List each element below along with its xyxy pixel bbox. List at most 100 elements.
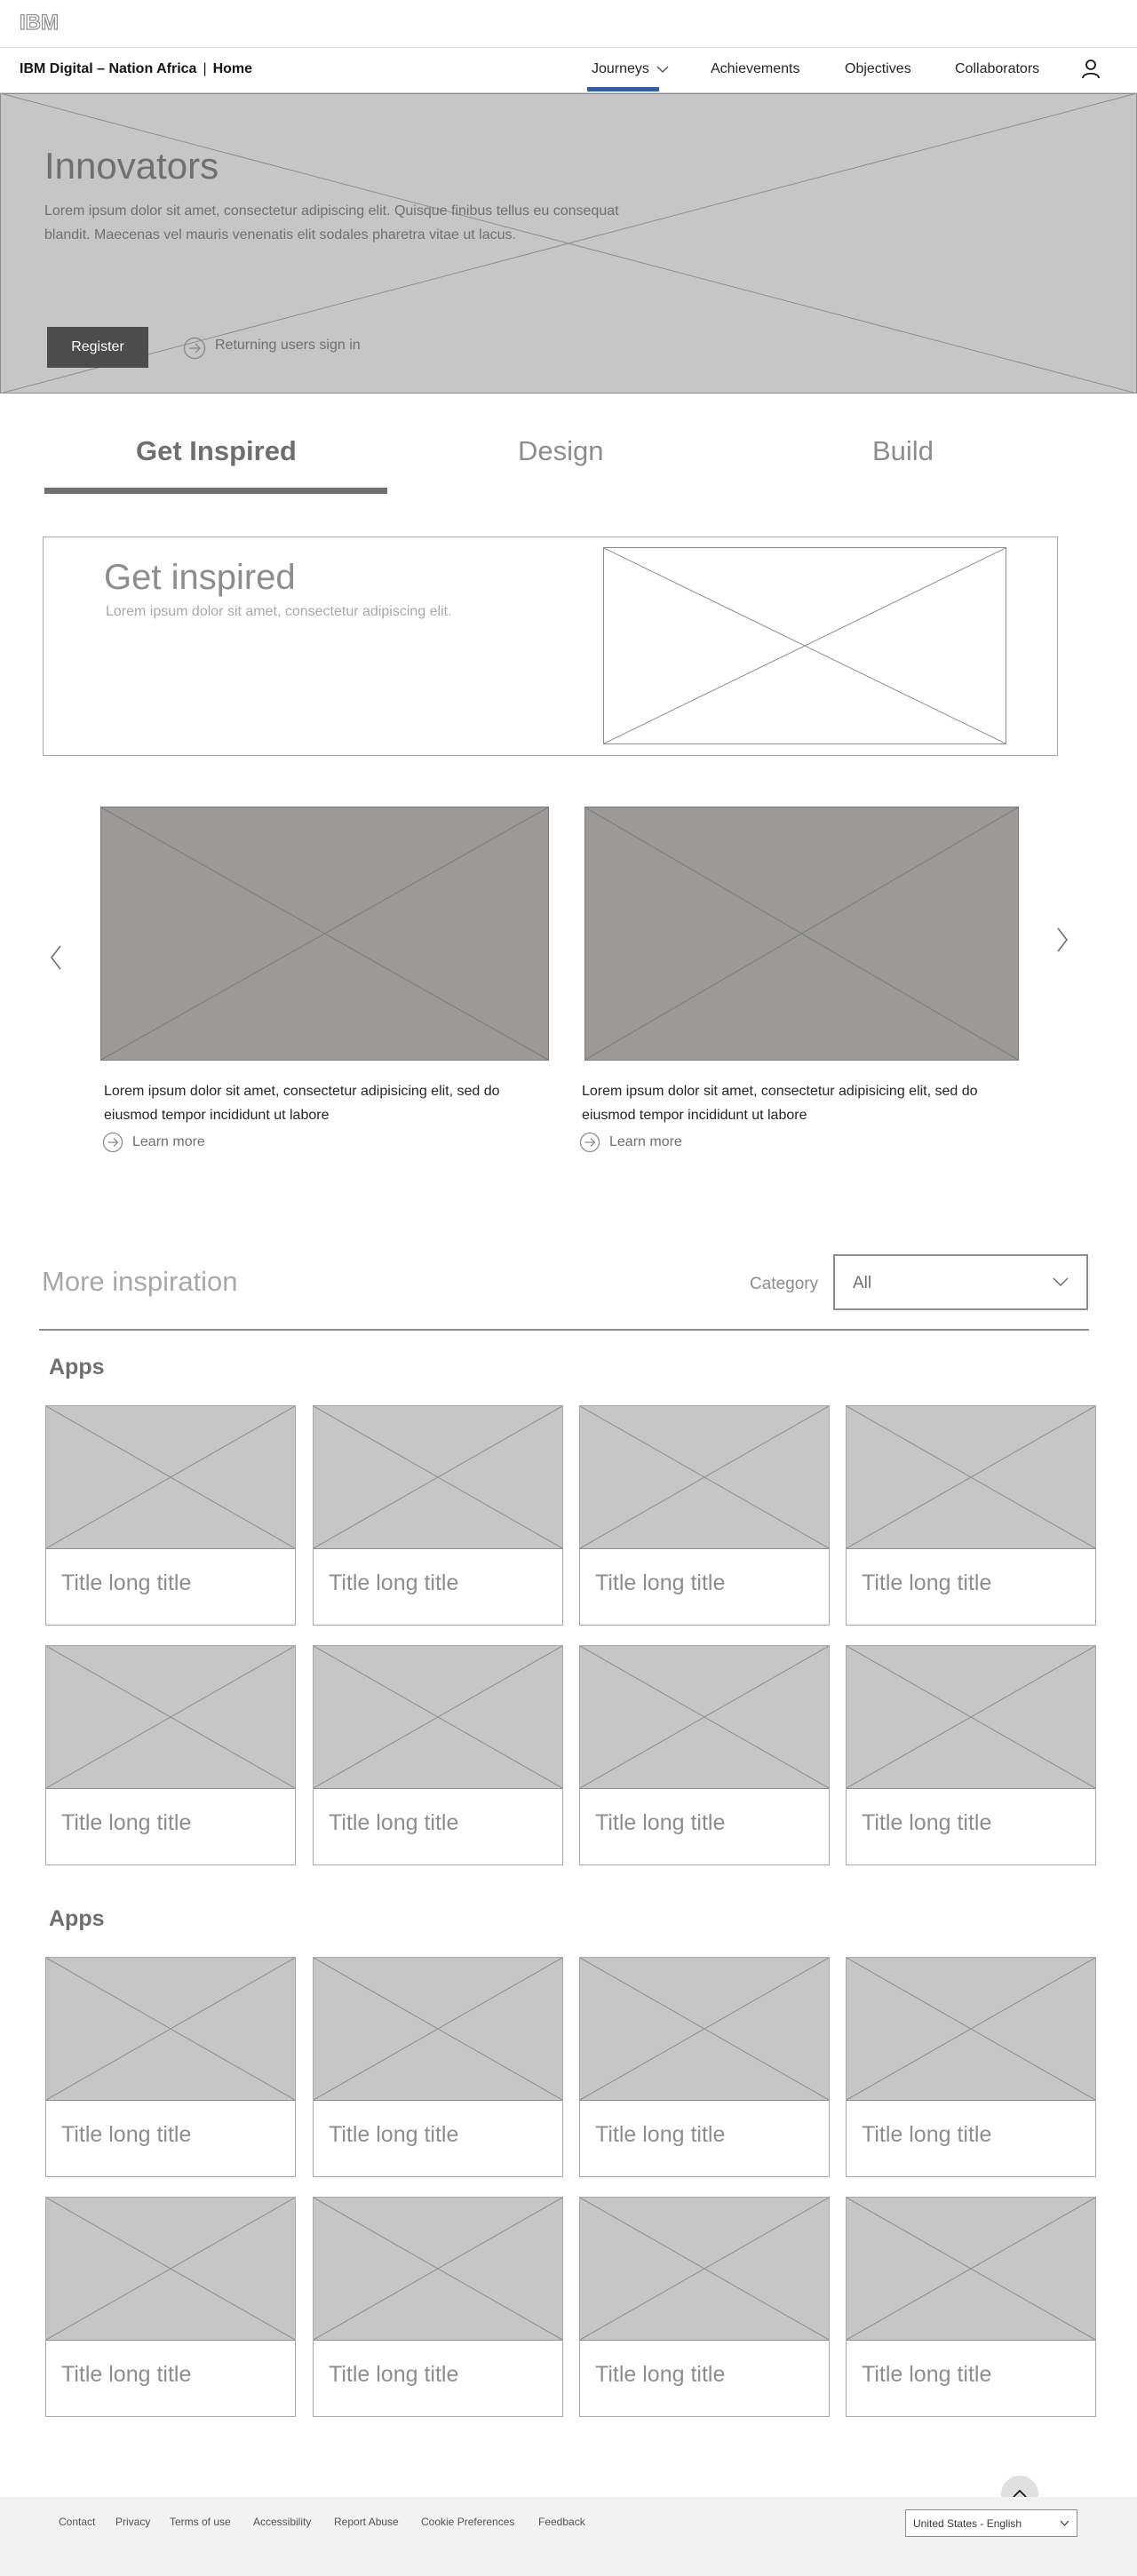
card-image-placeholder [580, 1958, 829, 2101]
nav-item-label: Journeys [592, 61, 649, 76]
content-card[interactable]: Title long title [579, 1405, 830, 1626]
learn-more-label: Learn more [609, 1134, 682, 1149]
card-image-placeholder [314, 1958, 562, 2101]
section-heading: Apps [49, 1355, 105, 1379]
content-card[interactable]: Title long title [579, 1645, 830, 1865]
content-card[interactable]: Title long title [579, 2197, 830, 2417]
ibm-logo[interactable]: IBM [20, 11, 71, 34]
chevron-left-icon[interactable] [49, 944, 63, 971]
card-title: Title long title [595, 2362, 726, 2387]
returning-users-label: Returning users sign in [215, 338, 361, 353]
card-title: Title long title [61, 2122, 192, 2147]
content-card[interactable]: Title long title [846, 2197, 1096, 2417]
learn-more-link[interactable]: Learn more [102, 1132, 205, 1153]
content-card[interactable]: Title long title [313, 2197, 563, 2417]
content-card[interactable]: Title long title [313, 1405, 563, 1626]
card-image-placeholder [314, 2198, 562, 2341]
returning-users-sign-in-link[interactable]: Returning users sign in [183, 337, 361, 360]
get-inspired-image-placeholder [603, 547, 1006, 744]
tab-build[interactable]: Build [872, 435, 934, 467]
chevron-down-icon [1060, 2520, 1069, 2526]
chevron-down-icon [656, 66, 669, 73]
content-card[interactable]: Title long title [846, 1957, 1096, 2177]
tab-get-inspired[interactable]: Get Inspired [136, 435, 297, 467]
arrow-circle-right-icon [579, 1132, 600, 1153]
content-card[interactable]: Title long title [45, 2197, 296, 2417]
footer-link[interactable]: Accessibility [253, 2516, 311, 2528]
card-image-placeholder [46, 2198, 295, 2341]
more-inspiration-title: More inspiration [42, 1266, 238, 1297]
brand-home-link[interactable]: Home [213, 61, 252, 76]
carousel-item-text: Lorem ipsum dolor sit amet, consectetur … [582, 1084, 978, 1123]
masthead: IBM [0, 0, 1137, 48]
card-title: Title long title [595, 1570, 726, 1595]
carousel-image-2[interactable] [584, 807, 1019, 1061]
section-divider [39, 1329, 1089, 1331]
footer-link[interactable]: Contact [59, 2516, 95, 2528]
card-title: Title long title [329, 2362, 459, 2387]
footer-link[interactable]: Feedback [538, 2516, 585, 2528]
footer-link[interactable]: Report Abuse [334, 2516, 399, 2528]
svg-text:IBM: IBM [20, 11, 59, 34]
content-card[interactable]: Title long title [45, 1957, 296, 2177]
card-image-placeholder [580, 2198, 829, 2341]
carousel-image-1[interactable] [100, 807, 549, 1061]
card-title: Title long title [329, 1570, 459, 1595]
card-title: Title long title [862, 1810, 992, 1835]
site-brand[interactable]: IBM Digital – Nation Africa | Home [20, 61, 252, 77]
footer-link[interactable]: Terms of use [170, 2516, 231, 2528]
card-title: Title long title [595, 2122, 726, 2147]
content-card[interactable]: Title long title [45, 1405, 296, 1626]
card-title: Title long title [61, 1810, 192, 1835]
nav-item-objectives[interactable]: Objectives [845, 61, 911, 77]
card-title: Title long title [329, 2122, 459, 2147]
tab-active-indicator [44, 488, 387, 494]
footer-link[interactable]: Privacy [115, 2516, 150, 2528]
chevron-down-icon [1053, 1277, 1069, 1287]
card-image-placeholder [314, 1406, 562, 1549]
register-button[interactable]: Register [47, 327, 148, 368]
card-image-placeholder [847, 1646, 1095, 1789]
card-title: Title long title [61, 1570, 192, 1595]
hero-title: Innovators [44, 145, 219, 187]
card-image-placeholder [847, 2198, 1095, 2341]
nav-item-journeys[interactable]: Journeys [592, 61, 669, 77]
card-image-placeholder [580, 1406, 829, 1549]
card-image-placeholder [46, 1646, 295, 1789]
user-icon[interactable] [1081, 59, 1101, 80]
content-card[interactable]: Title long title [313, 1645, 563, 1865]
nav-active-indicator [587, 87, 659, 91]
content-card[interactable]: Title long title [45, 1645, 296, 1865]
hero-description: Lorem ipsum dolor sit amet, consectetur … [44, 203, 619, 242]
footer-link[interactable]: Cookie Preferences [421, 2516, 514, 2528]
section-heading: Apps [49, 1906, 105, 1931]
card-image-placeholder [46, 1406, 295, 1549]
card-image-placeholder [847, 1958, 1095, 2101]
card-image-placeholder [580, 1646, 829, 1789]
learn-more-label: Learn more [132, 1134, 205, 1149]
learn-more-link[interactable]: Learn more [579, 1132, 682, 1153]
arrow-circle-right-icon [183, 337, 206, 360]
content-card[interactable]: Title long title [846, 1645, 1096, 1865]
card-title: Title long title [61, 2362, 192, 2387]
arrow-circle-right-icon [102, 1132, 123, 1153]
card-title: Title long title [595, 1810, 726, 1835]
carousel-item-text: Lorem ipsum dolor sit amet, consectetur … [104, 1084, 500, 1123]
get-inspired-title: Get inspired [104, 558, 296, 597]
category-select[interactable]: All [833, 1254, 1088, 1310]
content-card[interactable]: Title long title [313, 1957, 563, 2177]
content-card[interactable]: Title long title [579, 1957, 830, 2177]
nav-item-achievements[interactable]: Achievements [711, 61, 800, 77]
sub-navigation: IBM Digital – Nation Africa | Home Journey… [0, 49, 1137, 93]
content-card[interactable]: Title long title [846, 1405, 1096, 1626]
tab-design[interactable]: Design [518, 435, 604, 467]
card-title: Title long title [329, 1810, 459, 1835]
category-selected-value: All [853, 1274, 872, 1292]
nav-item-collaborators[interactable]: Collaborators [955, 61, 1039, 77]
card-title: Title long title [862, 1570, 992, 1595]
locale-selected-value: United States - English [913, 2517, 1022, 2530]
card-image-placeholder [847, 1406, 1095, 1549]
locale-selector[interactable]: United States - English [905, 2509, 1077, 2537]
brand-name: IBM Digital – Nation Africa [20, 61, 197, 76]
chevron-right-icon[interactable] [1055, 926, 1069, 953]
